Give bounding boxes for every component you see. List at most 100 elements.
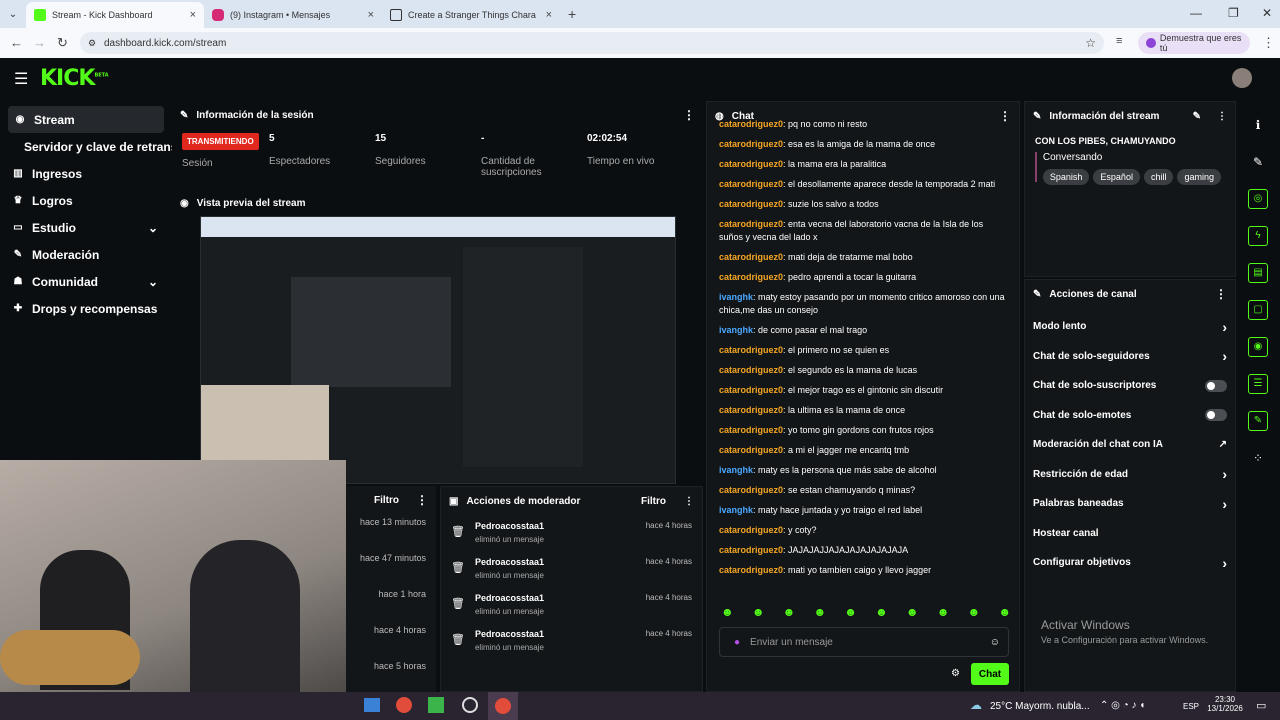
office-icon[interactable]: [428, 697, 444, 713]
emoji-picker-icon[interactable]: ☺: [990, 637, 1000, 648]
chat-settings-icon[interactable]: ⚙: [951, 668, 960, 679]
tab-stranger-things[interactable]: Create a Stranger Things Chara ×: [382, 2, 560, 28]
channel-action-row[interactable]: Hostear canal: [1025, 519, 1235, 549]
chat-username[interactable]: catarodriguez0: [719, 272, 783, 282]
profile-pill[interactable]: Demuestra que eres tú: [1138, 32, 1250, 54]
channel-action-row[interactable]: Chat de solo-seguidores ›: [1025, 342, 1235, 372]
chat-input[interactable]: ● Enviar un mensaje ☺: [719, 627, 1009, 657]
more-options-icon[interactable]: ⋮: [1215, 287, 1227, 301]
chat-username[interactable]: catarodriguez0: [719, 425, 783, 435]
chevron-right-icon[interactable]: ›: [1222, 555, 1227, 571]
chat-username[interactable]: catarodriguez0: [719, 485, 783, 495]
emote-icon[interactable]: ☻: [721, 605, 734, 619]
rail-tool-icon[interactable]: ◎: [1248, 188, 1268, 209]
close-tab-icon[interactable]: ×: [546, 9, 552, 21]
stream-tag[interactable]: chill: [1143, 169, 1174, 185]
chat-username[interactable]: catarodriguez0: [719, 179, 783, 189]
chat-username[interactable]: catarodriguez0: [719, 219, 783, 229]
close-tab-icon[interactable]: ×: [190, 9, 196, 21]
toggle-switch[interactable]: [1205, 409, 1227, 422]
chat-bubble-icon[interactable]: ▢: [1248, 299, 1268, 320]
close-tab-icon[interactable]: ×: [368, 9, 374, 21]
file-explorer-icon[interactable]: [364, 698, 380, 712]
back-icon[interactable]: ←: [10, 35, 23, 50]
sidebar-item-studio[interactable]: ▭ Estudio ⌄: [0, 214, 172, 241]
edit-icon[interactable]: ✎: [1240, 143, 1276, 180]
reload-icon[interactable]: ↻: [57, 35, 68, 51]
chat-username[interactable]: catarodriguez0: [719, 405, 783, 415]
channel-action-row[interactable]: Chat de solo-suscriptores: [1025, 371, 1235, 401]
broadcast-icon[interactable]: ◉: [1248, 336, 1268, 357]
chat-username[interactable]: catarodriguez0: [719, 345, 783, 355]
emote-icon[interactable]: ☻: [875, 605, 888, 619]
emote-icon[interactable]: ☻: [752, 605, 765, 619]
chevron-right-icon[interactable]: ›: [1222, 496, 1227, 512]
document-icon[interactable]: ▤: [1248, 262, 1268, 283]
stream-preview-video[interactable]: [200, 216, 676, 484]
steam-icon[interactable]: [462, 697, 478, 713]
more-options-icon[interactable]: ⋮: [1217, 111, 1227, 122]
avatar[interactable]: [1232, 68, 1252, 88]
emote-icon[interactable]: ☻: [998, 605, 1011, 619]
chat-username[interactable]: ivanghk: [719, 505, 753, 515]
sidebar-item-chart[interactable]: ▥ Ingresos: [0, 160, 172, 187]
chat-username[interactable]: catarodriguez0: [719, 119, 783, 129]
sidebar-item-gift[interactable]: ✚ Drops y recompensas: [0, 295, 172, 322]
mod-action-user[interactable]: Pedroacosstaa1: [475, 557, 544, 567]
forward-icon[interactable]: →: [33, 35, 46, 50]
channel-action-row[interactable]: Moderación del chat con IA ↗: [1025, 430, 1235, 460]
weather-icon[interactable]: ☁: [970, 698, 982, 712]
more-options-icon[interactable]: ⋮: [683, 108, 695, 122]
bookmark-star-icon[interactable]: ☆: [1085, 36, 1096, 50]
chat-username[interactable]: catarodriguez0: [719, 365, 783, 375]
tray-icons[interactable]: ⌃ ◎ ◔ ♪ ◖: [1100, 700, 1145, 711]
stream-tag[interactable]: gaming: [1177, 169, 1221, 185]
new-tab-icon[interactable]: +: [560, 6, 584, 22]
chat-username[interactable]: ivanghk: [719, 465, 753, 475]
stream-tag[interactable]: Español: [1093, 169, 1140, 185]
chat-username[interactable]: ivanghk: [719, 292, 753, 302]
reading-list-icon[interactable]: ≡: [1116, 35, 1122, 47]
weather-text[interactable]: 25°C Mayorm. nubla...: [990, 701, 1090, 712]
list-icon[interactable]: ☰: [1248, 373, 1268, 394]
notifications-icon[interactable]: ▭: [1256, 699, 1266, 712]
chrome-icon[interactable]: [396, 697, 412, 713]
apps-icon[interactable]: ⁘: [1240, 439, 1276, 476]
stream-tag[interactable]: Spanish: [1042, 169, 1090, 185]
category-name[interactable]: Conversando: [1043, 152, 1225, 163]
sidebar-item-stream[interactable]: ◉ Stream: [8, 106, 164, 133]
filter-label[interactable]: Filtro: [374, 495, 399, 506]
mod-action-user[interactable]: Pedroacosstaa1: [475, 593, 544, 603]
emote-icon[interactable]: ☻: [844, 605, 857, 619]
chat-username[interactable]: catarodriguez0: [719, 159, 783, 169]
chevron-right-icon[interactable]: ›: [1222, 466, 1227, 482]
clock[interactable]: 23:30 13/1/2026: [1205, 695, 1245, 713]
chat-username[interactable]: catarodriguez0: [719, 139, 783, 149]
sidebar-item-trophy[interactable]: ♛ Logros: [0, 187, 172, 214]
emote-icon[interactable]: ☻: [813, 605, 826, 619]
sidebar-item-server-key[interactable]: Servidor y clave de retransm: [0, 133, 188, 160]
chat-username[interactable]: catarodriguez0: [719, 252, 783, 262]
chrome-active-icon[interactable]: [488, 692, 518, 720]
chat-username[interactable]: catarodriguez0: [719, 199, 783, 209]
info-icon[interactable]: ℹ: [1240, 106, 1276, 143]
mic-icon[interactable]: ●: [734, 637, 740, 648]
site-info-icon[interactable]: ⚙: [88, 38, 96, 49]
more-options-icon[interactable]: ⋮: [416, 493, 428, 507]
sidebar-item-people[interactable]: ☗ Comunidad ⌄: [0, 268, 172, 295]
kick-logo[interactable]: KICKBETA: [40, 66, 109, 91]
close-window-icon[interactable]: ✕: [1262, 6, 1272, 20]
channel-action-row[interactable]: Configurar objetivos ›: [1025, 548, 1235, 578]
emote-icon[interactable]: ☻: [906, 605, 919, 619]
edit-icon[interactable]: ✎: [1193, 111, 1201, 122]
hamburger-menu-icon[interactable]: ☰: [14, 69, 28, 89]
restore-icon[interactable]: ❐: [1228, 6, 1239, 20]
chevron-right-icon[interactable]: ›: [1222, 348, 1227, 364]
mod-filter-button[interactable]: Filtro: [641, 496, 666, 507]
browser-menu-icon[interactable]: ⋮: [1262, 35, 1275, 51]
url-field[interactable]: ⚙ dashboard.kick.com/stream ☆: [80, 32, 1104, 54]
lightning-icon[interactable]: ϟ: [1248, 225, 1268, 246]
chat-username[interactable]: catarodriguez0: [719, 545, 783, 555]
tab-menu-icon[interactable]: ⌄: [0, 9, 26, 20]
tab-instagram[interactable]: (9) Instagram • Mensajes ×: [204, 2, 382, 28]
